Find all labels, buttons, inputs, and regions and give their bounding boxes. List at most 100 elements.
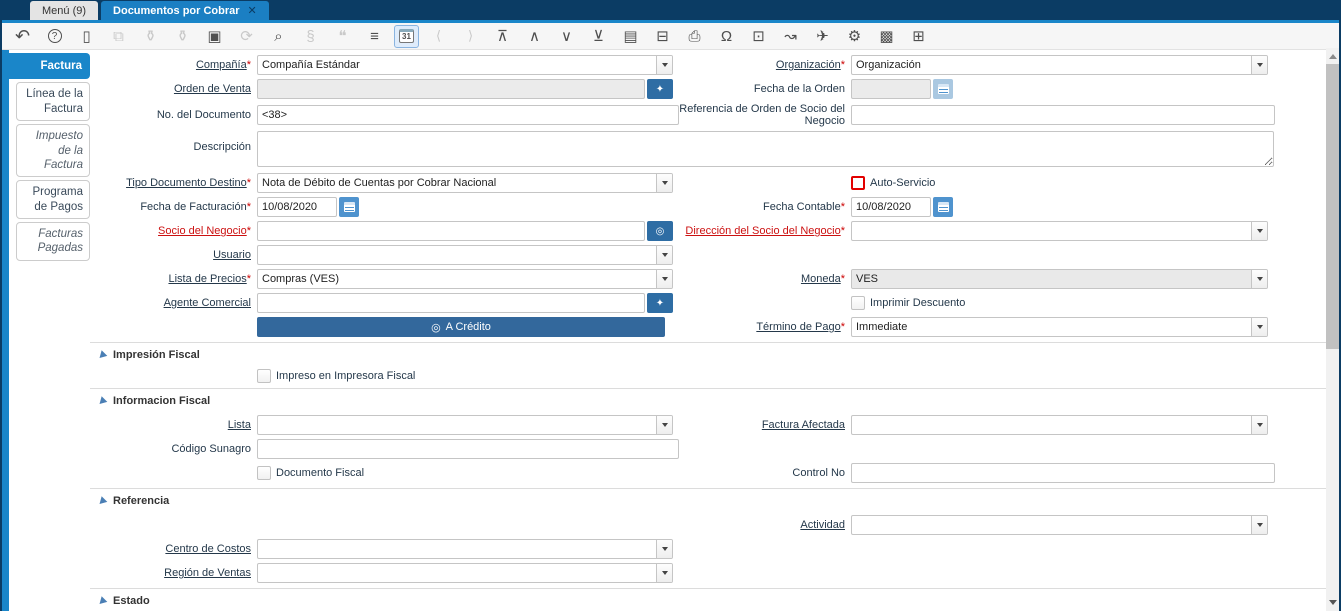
vertical-scrollbar[interactable] — [1326, 48, 1339, 611]
up-record-icon[interactable]: ∧ — [522, 25, 547, 48]
checkbox-icon[interactable] — [851, 176, 865, 191]
grid-toggle-icon[interactable]: ≡ — [362, 25, 387, 48]
section-title: Impresión Fiscal — [113, 349, 200, 362]
actividad-combobox[interactable] — [851, 515, 1268, 536]
no-documento-label: No. del Documento — [156, 109, 251, 122]
fecha-facturacion-input[interactable] — [257, 197, 337, 218]
save-icon[interactable]: ▣ — [202, 25, 227, 48]
centro-costos-combobox[interactable] — [257, 539, 673, 560]
sidebar-tab-linea-de-la-factura[interactable]: Línea de la Factura — [16, 82, 90, 122]
compania-combobox[interactable]: Compañía Estándar — [257, 55, 673, 75]
attachment-icon: § — [298, 25, 323, 48]
chevron-down-icon[interactable] — [656, 564, 672, 583]
calendar-icon[interactable]: 31 — [394, 24, 419, 48]
csv-import-icon[interactable]: ▩ — [874, 25, 899, 48]
chevron-down-icon[interactable] — [1251, 416, 1267, 435]
sidebar-tab-facturas-pagadas[interactable]: Facturas Pagadas — [16, 222, 90, 261]
close-icon[interactable]: ✕ — [248, 4, 257, 17]
lista-precios-combobox[interactable]: Compras (VES) — [257, 269, 673, 290]
orden-venta-zoom-button[interactable]: ✦ — [647, 79, 673, 99]
undo-icon[interactable]: ↶ — [10, 25, 35, 48]
copy-record-icon: ⧉ — [106, 25, 131, 48]
report-icon[interactable]: ▤ — [618, 25, 643, 48]
codigo-sunagro-input[interactable] — [257, 439, 679, 460]
descripcion-textarea[interactable] — [257, 131, 1274, 168]
region-ventas-combobox[interactable] — [257, 563, 673, 584]
quick-form-icon-glyph: ⊞ — [912, 28, 925, 45]
chevron-down-icon[interactable] — [656, 56, 672, 74]
scrollbar-thumb[interactable] — [1326, 64, 1339, 349]
tab-documentos-por-cobrar[interactable]: Documentos por Cobrar ✕ — [101, 1, 269, 20]
chevron-down-icon[interactable] — [1251, 318, 1267, 337]
next-record-icon-glyph: ⟩ — [467, 28, 474, 43]
settings-icon[interactable]: ⚙ — [842, 25, 867, 48]
usuario-combobox[interactable] — [257, 245, 673, 266]
tab-menu[interactable]: Menú (9) — [30, 1, 99, 20]
tipo-documento-combobox[interactable]: Nota de Débito de Cuentas por Cobrar Nac… — [257, 173, 673, 194]
impreso-impresora-fiscal-checkbox[interactable]: Impreso en Impresora Fiscal — [257, 369, 415, 384]
row-fechas: Fecha de Facturación* Fecha Contable* — [90, 197, 1339, 218]
window-tabbar: Menú (9) Documentos por Cobrar ✕ — [2, 0, 1339, 20]
no-documento-input[interactable] — [257, 105, 679, 126]
sidebar-tab-impuesto-de-la-factura[interactable]: Impuesto de la Factura — [16, 124, 90, 178]
down-record-icon[interactable]: ∨ — [554, 25, 579, 48]
quick-form-icon[interactable]: ⊞ — [906, 25, 931, 48]
socio-record-button[interactable]: ◎ — [647, 221, 673, 242]
chevron-down-icon[interactable] — [656, 174, 672, 193]
factura-afectada-combobox[interactable] — [851, 415, 1268, 436]
organizacion-value: Organización — [856, 59, 921, 71]
collapse-icon[interactable] — [96, 495, 108, 507]
lock-icon[interactable]: Ω — [714, 25, 739, 48]
send-icon[interactable]: ✈ — [810, 25, 835, 48]
chevron-down-icon[interactable] — [656, 270, 672, 289]
agente-comercial-input[interactable] — [257, 293, 645, 314]
socio-input[interactable] — [257, 221, 645, 242]
sidebar-tab-factura[interactable]: Factura — [9, 53, 90, 80]
collapse-icon[interactable] — [96, 395, 108, 407]
collapse-icon[interactable] — [96, 595, 108, 607]
workflow-icon[interactable]: ↝ — [778, 25, 803, 48]
zoom-across-icon[interactable]: ⊡ — [746, 25, 771, 48]
last-record-icon-glyph: ⊻ — [593, 28, 604, 45]
lock-icon-glyph: Ω — [720, 27, 733, 45]
termino-pago-combobox[interactable]: Immediate — [851, 317, 1268, 338]
organizacion-combobox[interactable]: Organización — [851, 55, 1268, 75]
compania-value: Compañía Estándar — [262, 59, 360, 71]
control-no-input[interactable] — [851, 463, 1275, 484]
chevron-down-icon[interactable] — [1251, 516, 1267, 535]
fecha-facturacion-calendar-button[interactable] — [339, 197, 359, 218]
archive-icon[interactable]: ⊟ — [650, 25, 675, 48]
chevron-down-icon[interactable] — [656, 246, 672, 265]
factura-afectada-value — [852, 416, 1251, 434]
imprimir-descuento-checkbox[interactable]: Imprimir Descuento — [851, 296, 966, 311]
chevron-down-icon[interactable] — [1251, 56, 1267, 74]
section-title: Referencia — [113, 495, 170, 508]
last-record-icon[interactable]: ⊻ — [586, 25, 611, 48]
imprimir-descuento-label: Imprimir Descuento — [870, 297, 966, 310]
a-credito-button[interactable]: ◎ A Crédito — [257, 317, 665, 338]
print-icon[interactable]: ⎙ — [682, 25, 707, 48]
chevron-down-icon[interactable] — [656, 540, 672, 559]
help-icon[interactable]: ? — [42, 25, 67, 48]
find-icon[interactable]: ⌕ — [266, 25, 291, 48]
sidebar-tab-programa-de-pagos[interactable]: Programa de Pagos — [16, 180, 90, 219]
lista-fiscal-combobox[interactable] — [257, 415, 673, 436]
checkbox-icon[interactable] — [851, 296, 865, 311]
collapse-icon[interactable] — [96, 349, 108, 361]
new-record-icon[interactable]: ▯ — [74, 25, 99, 48]
scroll-down-icon[interactable] — [1326, 596, 1339, 609]
documento-fiscal-checkbox[interactable]: Documento Fiscal — [257, 466, 364, 481]
auto-servicio-checkbox[interactable]: Auto-Servicio — [851, 176, 935, 191]
chevron-down-icon[interactable] — [656, 416, 672, 435]
fecha-contable-input[interactable] — [851, 197, 931, 218]
agente-comercial-zoom-button[interactable]: ✦ — [647, 293, 673, 314]
referencia-orden-input[interactable] — [851, 105, 1275, 126]
scroll-up-icon[interactable] — [1326, 50, 1339, 63]
direccion-socio-combobox[interactable] — [851, 221, 1268, 242]
checkbox-icon[interactable] — [257, 466, 271, 481]
chevron-down-icon[interactable] — [1251, 222, 1267, 241]
toolbar: ↶? ▯ ⧉ ⚱ ⚱ ▣ ⟳ ⌕ § ❝ ≡ 31 ⟨ ⟩ ⊼ ∧ ∨ ⊻ ▤ ⊟ ⎙ Ω ⊡ ↝ ✈ ⚙ ▩ ⊞ — [2, 23, 1339, 50]
first-record-icon[interactable]: ⊼ — [490, 25, 515, 48]
checkbox-icon[interactable] — [257, 369, 271, 384]
fecha-contable-calendar-button[interactable] — [933, 197, 953, 218]
